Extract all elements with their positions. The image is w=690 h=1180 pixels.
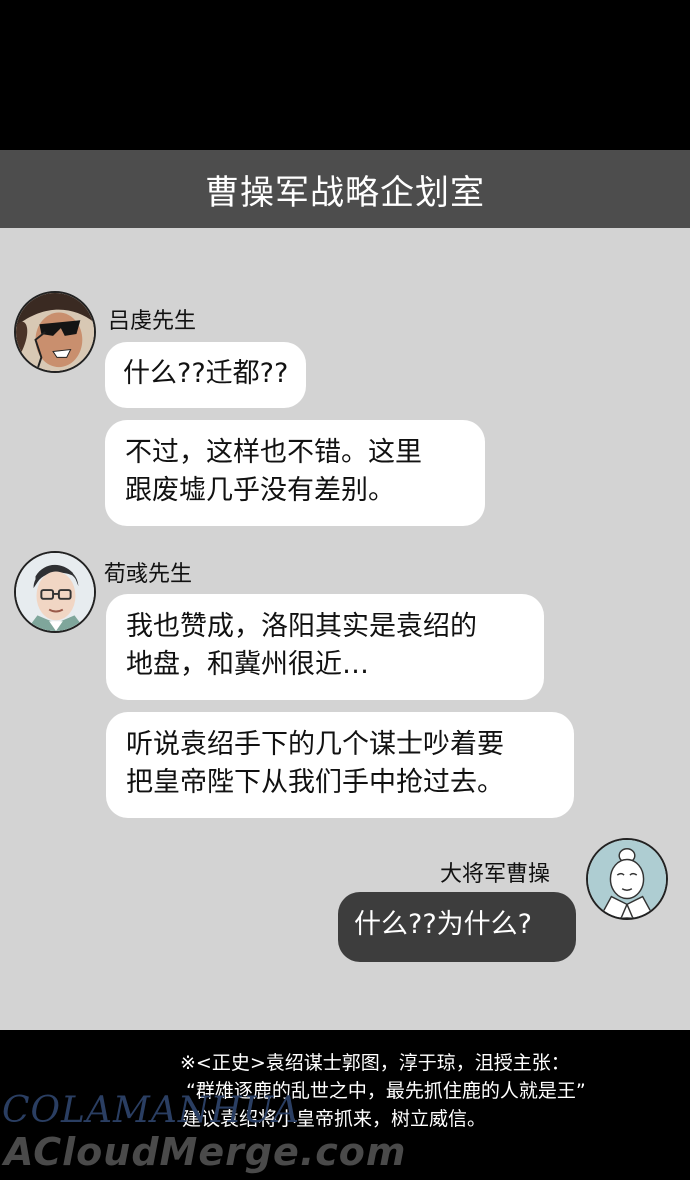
comic-page: 曹操军战略企划室 吕虔先生 什么??迁都?? 不过，这样也不错。这里 跟废墟几乎… [0, 0, 690, 1180]
message-text: 不过，这样也不错。这里 [125, 437, 422, 468]
message-bubble: 不过，这样也不错。这里 跟废墟几乎没有差别。 [105, 420, 485, 526]
watermark-colamanhua: COLAMANHUA [2, 1090, 300, 1131]
man-in-robe-avatar-icon[interactable] [586, 838, 668, 920]
message-bubble: 听说袁绍手下的几个谋士吵着要 把皇帝陛下从我们手中抢过去。 [106, 712, 574, 818]
chat-area: 吕虔先生 什么??迁都?? 不过，这样也不错。这里 跟废墟几乎没有差别。 荀彧先… [0, 228, 690, 1030]
man-with-sunglasses-avatar-icon[interactable] [14, 291, 96, 373]
self-message-bubble: 什么??为什么? [338, 892, 576, 962]
watermark-acloudmerge: ACloudMerge.com [4, 1130, 407, 1174]
message-text: 我也赞成，洛阳其实是袁绍的 [126, 611, 477, 642]
chat-header: 曹操军战略企划室 [0, 150, 690, 228]
message-bubble: 什么??迁都?? [105, 342, 307, 408]
message-text: 跟废墟几乎没有差别。 [125, 475, 395, 506]
chat-room-title: 曹操军战略企划室 [205, 172, 485, 213]
sender-name-lu-qian: 吕虔先生 [108, 309, 197, 334]
footnote-line-1: ※<正史>袁绍谋士郭图，淳于琼，沮授主张： [180, 1052, 570, 1074]
sender-name-xun-yu: 荀彧先生 [104, 562, 193, 587]
message-text: 把皇帝陛下从我们手中抢过去。 [126, 767, 504, 798]
message-text: 地盘，和冀州很近… [126, 649, 369, 680]
message-bubble: 我也赞成，洛阳其实是袁绍的 地盘，和冀州很近… [106, 594, 544, 700]
message-text: 听说袁绍手下的几个谋士吵着要 [126, 729, 504, 760]
message-text: 什么??迁都?? [123, 358, 289, 389]
sender-name-cao-cao: 大将军曹操 [440, 862, 551, 887]
message-text: 什么??为什么? [354, 909, 532, 940]
man-with-glasses-avatar-icon[interactable] [14, 551, 96, 633]
top-black-band [0, 0, 690, 150]
